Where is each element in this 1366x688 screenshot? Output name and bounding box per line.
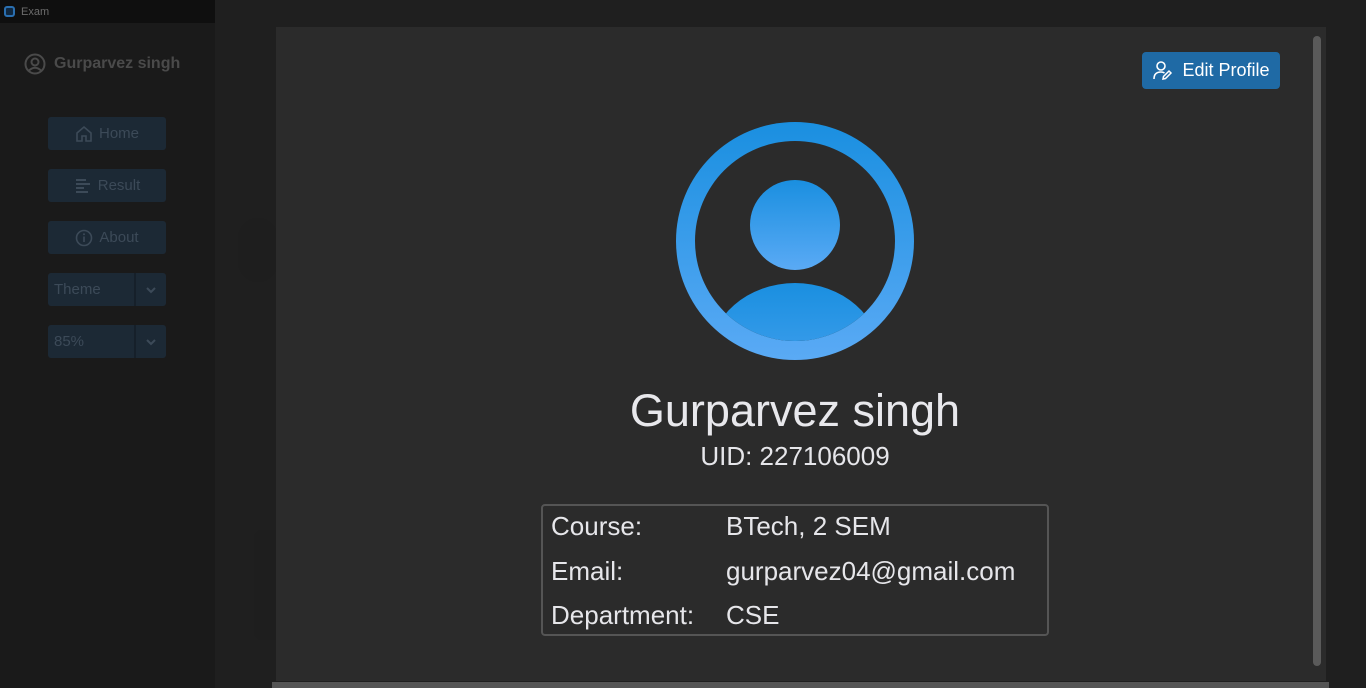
theme-select-value: Theme bbox=[54, 281, 101, 298]
sidebar-item-home[interactable]: Home bbox=[48, 117, 166, 150]
window-title: Exam bbox=[21, 5, 50, 18]
scaling-select[interactable]: 85% bbox=[48, 325, 166, 358]
home-icon bbox=[76, 125, 92, 142]
sidebar-item-about[interactable]: About bbox=[48, 221, 166, 254]
app-icon bbox=[4, 6, 15, 17]
profile-uid: UID: 227106009 bbox=[700, 441, 890, 471]
sidebar-item-label: About bbox=[99, 229, 139, 246]
detail-value: gurparvez04@gmail.com bbox=[726, 555, 1016, 586]
info-icon bbox=[76, 229, 93, 246]
user-circle-icon bbox=[24, 53, 46, 75]
sidebar-user-name: Gurparvez singh bbox=[54, 55, 181, 72]
avatar-icon bbox=[676, 122, 914, 360]
detail-key: Email: bbox=[551, 555, 624, 586]
theme-select[interactable]: Theme bbox=[48, 273, 166, 306]
detail-value: CSE bbox=[726, 599, 780, 630]
detail-key: Course: bbox=[551, 510, 643, 541]
profile-name: Gurparvez singh bbox=[629, 385, 961, 436]
edit-profile-label: Edit Profile bbox=[1182, 60, 1270, 80]
sidebar: Gurparvez singh Home Result About Theme … bbox=[0, 23, 215, 688]
user-edit-icon bbox=[1153, 60, 1173, 80]
chevron-down-icon[interactable] bbox=[134, 273, 166, 306]
detail-row-department: Department: CSE bbox=[551, 598, 779, 632]
horizontal-scrollbar[interactable] bbox=[272, 682, 1329, 688]
vertical-scrollbar[interactable] bbox=[1313, 36, 1321, 666]
edit-profile-button[interactable]: Edit Profile bbox=[1142, 52, 1280, 89]
background-shape bbox=[238, 218, 278, 282]
scaling-select-value: 85% bbox=[54, 333, 85, 350]
sidebar-item-result[interactable]: Result bbox=[48, 169, 166, 202]
sidebar-user[interactable]: Gurparvez singh bbox=[24, 53, 180, 75]
chevron-down-icon[interactable] bbox=[134, 325, 166, 358]
sidebar-item-label: Result bbox=[97, 177, 141, 194]
detail-key: Department: bbox=[551, 599, 695, 630]
detail-value: BTech, 2 SEM bbox=[726, 510, 891, 541]
detail-row-course: Course: BTech, 2 SEM bbox=[551, 509, 891, 543]
detail-row-email: Email: gurparvez04@gmail.com bbox=[551, 554, 1015, 588]
title-bar: Exam bbox=[0, 0, 215, 23]
sidebar-item-label: Home bbox=[98, 125, 139, 142]
chart-icon bbox=[75, 178, 90, 193]
profile-details: Course: BTech, 2 SEM Email: gurparvez04@… bbox=[541, 504, 1049, 636]
